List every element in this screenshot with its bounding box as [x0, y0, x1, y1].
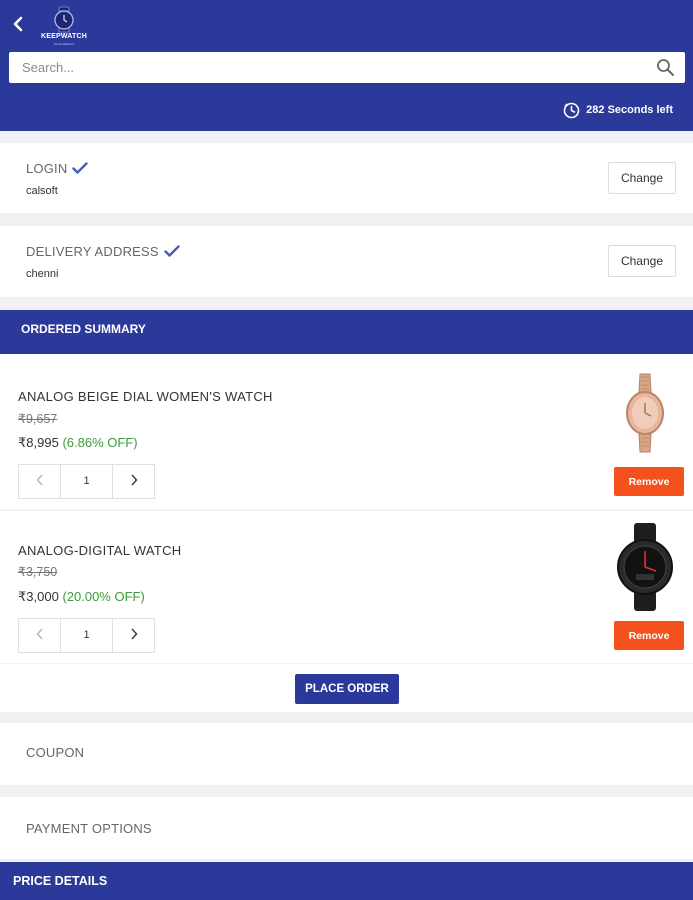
decrease-quantity-button[interactable] — [19, 619, 61, 652]
quantity-stepper[interactable]: 1 — [18, 464, 155, 499]
login-label: LOGIN — [26, 161, 68, 176]
delivery-change-button[interactable]: Change — [608, 245, 676, 277]
logo-text: KEEPWATCH — [40, 33, 87, 40]
timer-icon — [563, 102, 580, 119]
login-change-button[interactable]: Change — [608, 162, 676, 194]
decrease-quantity-button[interactable] — [19, 465, 61, 498]
quantity-value: 1 — [83, 629, 90, 641]
coupon-card[interactable]: COUPON — [0, 723, 693, 785]
search-icon[interactable] — [656, 58, 675, 77]
remove-item-button[interactable]: Remove — [614, 621, 684, 650]
ordered-summary-header: ORDERED SUMMARY — [0, 310, 693, 354]
delivery-heading: DELIVERY ADDRESS — [26, 244, 180, 260]
session-timer: 282 Seconds left — [563, 101, 673, 119]
check-icon — [72, 162, 89, 177]
item-price: ₹3,000 — [18, 589, 59, 604]
logo-subtext: Smart Watches — [53, 42, 75, 46]
item-discount: (6.86% OFF) — [62, 435, 138, 450]
delivery-label: DELIVERY ADDRESS — [26, 244, 159, 259]
login-card: LOGIN calsoft Change — [0, 143, 693, 213]
search-bar[interactable] — [9, 52, 685, 83]
item-price: ₹8,995 — [18, 435, 59, 450]
chevron-left-icon — [35, 474, 43, 486]
timer-text: 282 Seconds left — [586, 104, 673, 116]
order-item: ANALOG-DIGITAL WATCH ₹3,750 ₹3,000 (20.0… — [0, 511, 693, 663]
search-input[interactable] — [9, 52, 649, 83]
item-price-line: ₹8,995 (6.86% OFF) — [18, 435, 138, 451]
item-mrp: ₹3,750 — [18, 565, 58, 579]
login-value: calsoft — [26, 185, 58, 197]
payment-options-card[interactable]: PAYMENT OPTIONS — [0, 797, 693, 859]
item-image-beige-watch — [626, 373, 664, 453]
quantity-value: 1 — [83, 475, 90, 487]
app-header: KEEPWATCH Smart Watches 282 Seconds left — [0, 0, 693, 131]
chevron-right-icon — [130, 628, 138, 640]
order-item: ANALOG BEIGE DIAL WOMEN'S WATCH ₹9,657 ₹… — [0, 354, 693, 509]
remove-item-button[interactable]: Remove — [614, 467, 684, 496]
delivery-address-card: DELIVERY ADDRESS chenni Change — [0, 226, 693, 297]
payment-options-label: PAYMENT OPTIONS — [26, 821, 152, 836]
price-details-header: PRICE DETAILS — [0, 862, 693, 900]
coupon-label: COUPON — [26, 745, 85, 760]
place-order-button[interactable]: PLACE ORDER — [295, 674, 399, 704]
back-arrow-icon[interactable] — [8, 12, 28, 36]
quantity-stepper[interactable]: 1 — [18, 618, 155, 653]
chevron-right-icon — [130, 474, 138, 486]
item-price-line: ₹3,000 (20.00% OFF) — [18, 589, 145, 605]
chevron-left-icon — [35, 628, 43, 640]
item-discount: (20.00% OFF) — [62, 589, 145, 604]
check-icon — [164, 245, 180, 260]
item-image-digital-watch — [617, 523, 673, 611]
increase-quantity-button[interactable] — [112, 465, 154, 498]
increase-quantity-button[interactable] — [112, 619, 154, 652]
item-mrp: ₹9,657 — [18, 412, 58, 426]
item-name: ANALOG BEIGE DIAL WOMEN'S WATCH — [18, 389, 273, 404]
delivery-value: chenni — [26, 268, 59, 280]
item-name: ANALOG-DIGITAL WATCH — [18, 543, 182, 558]
login-heading: LOGIN — [26, 161, 89, 177]
keepwatch-logo[interactable]: KEEPWATCH Smart Watches — [36, 6, 92, 48]
